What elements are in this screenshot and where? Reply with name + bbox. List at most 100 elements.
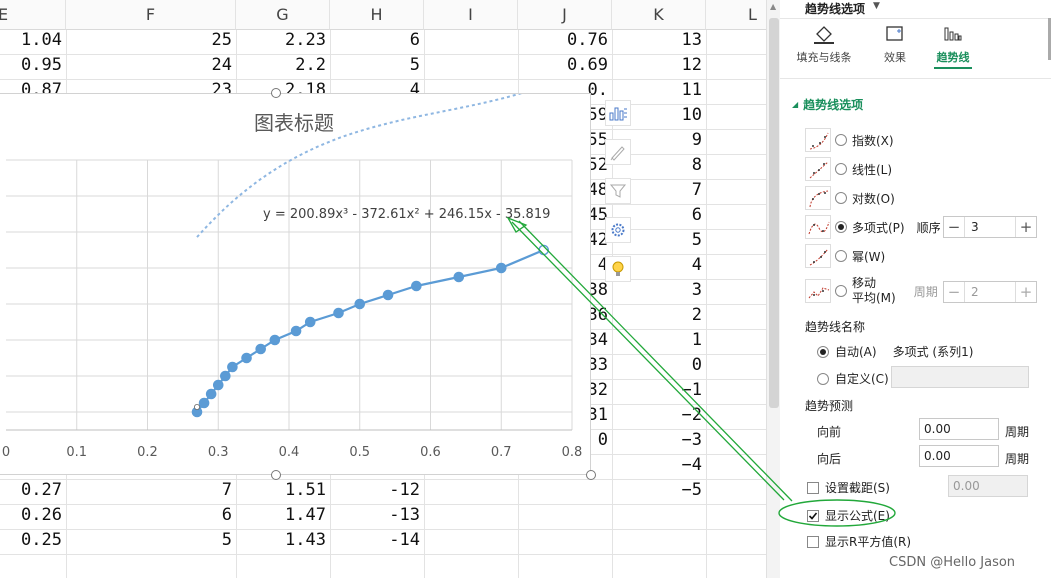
- radio-linear[interactable]: [835, 163, 847, 175]
- cell[interactable]: −3: [612, 430, 702, 454]
- cell[interactable]: 6: [330, 30, 420, 54]
- custom-name-field[interactable]: [891, 366, 1029, 388]
- checkbox-intercept[interactable]: [807, 481, 819, 494]
- cell[interactable]: 0.69: [518, 55, 608, 79]
- cell[interactable]: 12: [612, 55, 702, 79]
- cell[interactable]: −4: [612, 455, 702, 479]
- cell[interactable]: 2.23: [236, 30, 326, 54]
- cell[interactable]: −5: [612, 480, 702, 504]
- radio-exponential[interactable]: [835, 134, 847, 146]
- cell[interactable]: 0.76: [518, 30, 608, 54]
- column-header-h[interactable]: H: [330, 0, 424, 30]
- chart-settings-button[interactable]: [605, 217, 631, 243]
- section-trendline-options[interactable]: ◢ 趋势线选项: [792, 96, 863, 113]
- trend-option-logarithmic[interactable]: 对数(O): [805, 186, 895, 210]
- column-header-k[interactable]: K: [612, 0, 706, 30]
- trend-option-power[interactable]: 幂(W): [805, 244, 885, 268]
- radio-polynomial[interactable]: [835, 221, 847, 233]
- chart-resize-handle[interactable]: [586, 470, 596, 480]
- trend-option-label: 线性(L): [852, 162, 893, 177]
- intercept-option[interactable]: 设置截距(S): [807, 479, 890, 496]
- cell[interactable]: 1.51: [236, 480, 326, 504]
- cell[interactable]: 25: [66, 30, 232, 54]
- name-custom-option[interactable]: 自定义(C): [817, 370, 889, 387]
- order-value[interactable]: 3: [964, 217, 1016, 237]
- period-value[interactable]: 2: [964, 282, 1016, 302]
- cell[interactable]: -13: [330, 505, 420, 529]
- order-label: 顺序: [916, 220, 941, 235]
- scrollbar-thumb[interactable]: [769, 18, 779, 408]
- cell[interactable]: 24: [66, 55, 232, 79]
- cell[interactable]: 0.25: [0, 530, 62, 554]
- cell[interactable]: -14: [330, 530, 420, 554]
- column-header-i[interactable]: I: [424, 0, 518, 30]
- column-header-l[interactable]: L: [706, 0, 766, 30]
- chart-resize-handle[interactable]: [271, 88, 281, 98]
- show-r2-option[interactable]: 显示R平方值(R): [807, 533, 911, 550]
- checkbox-show-equation[interactable]: [807, 509, 819, 522]
- cell[interactable]: 7: [66, 480, 232, 504]
- order-stepper[interactable]: − 3 +: [943, 216, 1037, 238]
- cell[interactable]: −1: [612, 380, 702, 404]
- cell[interactable]: 3: [612, 280, 702, 304]
- trend-option-polynomial[interactable]: 多项式(P) 顺序: [805, 215, 941, 239]
- column-header-f[interactable]: F: [66, 0, 236, 30]
- period-increment-button[interactable]: +: [1016, 282, 1036, 302]
- show-equation-option[interactable]: 显示公式(E): [807, 507, 890, 524]
- trend-option-linear[interactable]: 线性(L): [805, 157, 892, 181]
- cell[interactable]: 5: [330, 55, 420, 79]
- trend-option-exponential[interactable]: 指数(X): [805, 128, 894, 152]
- checkbox-show-r2[interactable]: [807, 535, 819, 548]
- chart-resize-handle[interactable]: [271, 470, 281, 480]
- radio-name-auto[interactable]: [817, 345, 829, 358]
- column-header-j[interactable]: J: [518, 0, 612, 30]
- vertical-scrollbar[interactable]: ▲: [766, 0, 780, 578]
- trendline-equation-label: y = 200.89x³ - 372.61x² + 246.15x - 35.8…: [263, 207, 550, 222]
- scroll-up-icon[interactable]: ▲: [770, 2, 776, 11]
- cell[interactable]: 13: [612, 30, 702, 54]
- cell[interactable]: 0.95: [0, 55, 62, 79]
- cell[interactable]: 1.43: [236, 530, 326, 554]
- forward-field[interactable]: 0.00: [919, 418, 999, 440]
- column-header-g[interactable]: G: [236, 0, 330, 30]
- spreadsheet-grid[interactable]: E F G H I J K L 1.04 25 2.23 6 0.76 13 0…: [0, 0, 766, 578]
- cell[interactable]: 0: [612, 355, 702, 379]
- tab-effects[interactable]: 效果: [870, 24, 920, 65]
- chart-style-button[interactable]: [605, 139, 631, 165]
- radio-name-custom[interactable]: [817, 372, 829, 385]
- cell[interactable]: 6: [66, 505, 232, 529]
- auto-label: 自动(A): [835, 345, 877, 359]
- backward-field[interactable]: 0.00: [919, 445, 999, 467]
- radio-power[interactable]: [835, 250, 847, 262]
- tab-trendline[interactable]: 趋势线: [928, 24, 978, 69]
- radio-moving-average[interactable]: [835, 285, 847, 297]
- chart-area[interactable]: 图表标题 0 0.1 0.2 0.3 0.4 0.5 0.6 0.7 0.8 y = 200.89x…: [0, 85, 591, 475]
- chevron-down-icon[interactable]: ▼: [873, 1, 880, 11]
- trend-option-moving-average[interactable]: 移动 平均(M) 周期: [805, 276, 938, 306]
- cell[interactable]: -12: [330, 480, 420, 504]
- cell[interactable]: 5: [66, 530, 232, 554]
- cell[interactable]: −2: [612, 405, 702, 429]
- order-increment-button[interactable]: +: [1016, 217, 1036, 237]
- radio-logarithmic[interactable]: [835, 192, 847, 204]
- tab-fill-line[interactable]: 填充与线条: [790, 24, 858, 65]
- cell[interactable]: 1: [612, 330, 702, 354]
- series-line: [196, 248, 545, 413]
- period-stepper[interactable]: − 2 +: [943, 281, 1037, 303]
- forecast-title: 趋势预测: [805, 399, 854, 413]
- name-auto-option[interactable]: 自动(A) 多项式 (系列1): [817, 343, 973, 360]
- order-decrement-button[interactable]: −: [944, 217, 964, 237]
- chart-elements-button[interactable]: [605, 100, 631, 126]
- period-decrement-button[interactable]: −: [944, 282, 964, 302]
- intercept-field[interactable]: 0.00: [948, 475, 1028, 497]
- cell[interactable]: 2.2: [236, 55, 326, 79]
- cell[interactable]: 1.47: [236, 505, 326, 529]
- chart-tips-button[interactable]: [605, 256, 631, 282]
- cell[interactable]: 2: [612, 305, 702, 329]
- cell[interactable]: 0.27: [0, 480, 62, 504]
- chart-filter-button[interactable]: [605, 178, 631, 204]
- column-header-e[interactable]: E: [0, 0, 66, 30]
- panel-header-title[interactable]: 趋势线选项: [805, 0, 865, 17]
- cell[interactable]: 0.26: [0, 505, 62, 529]
- cell[interactable]: 1.04: [0, 30, 62, 54]
